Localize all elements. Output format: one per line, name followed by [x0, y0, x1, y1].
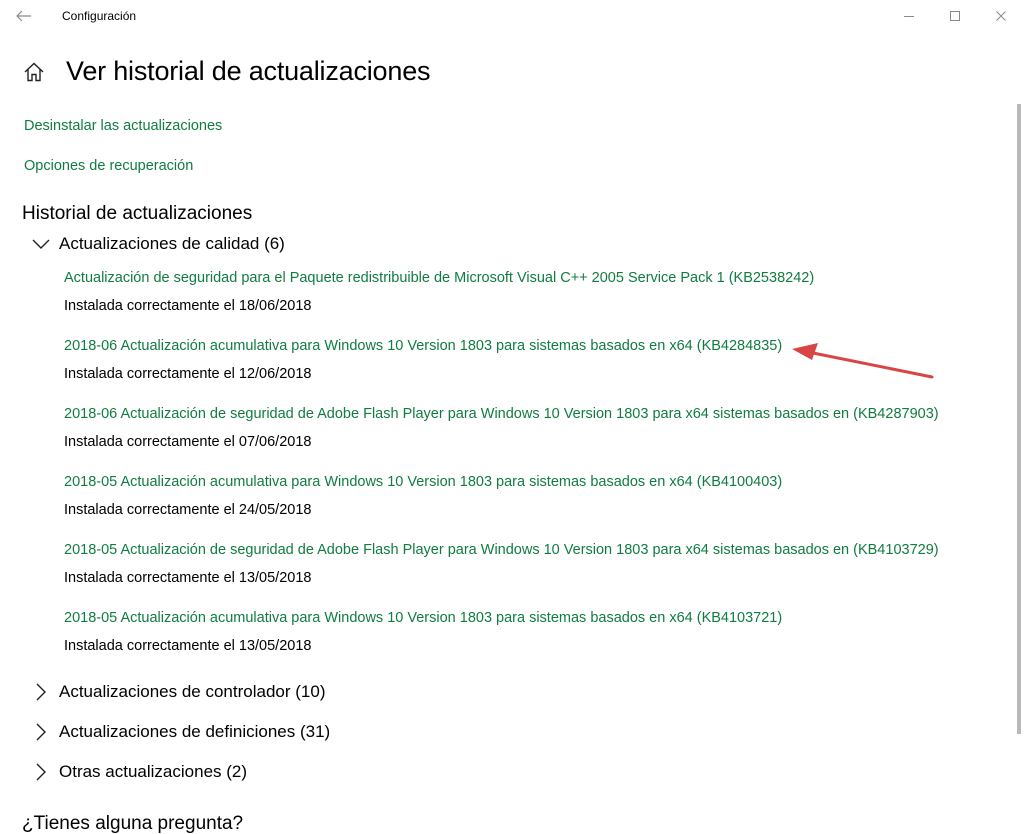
group-label: Actualizaciones de calidad (6)	[59, 234, 285, 253]
update-status: Instalada correctamente el 24/05/2018	[64, 502, 312, 518]
list-item: 2018-05 Actualización acumulativa para W…	[64, 472, 939, 540]
settings-window: Configuración Ver historial de actualiza…	[0, 0, 1024, 834]
update-status: Instalada correctamente el 18/06/2018	[64, 298, 312, 314]
group-quality-updates[interactable]: Actualizaciones de calidad (6)	[32, 234, 285, 254]
update-status: Instalada correctamente el 13/05/2018	[64, 638, 312, 654]
list-item: 2018-05 Actualización acumulativa para W…	[64, 608, 939, 676]
chevron-down-icon	[32, 235, 50, 253]
group-label: Actualizaciones de controlador (10)	[59, 682, 326, 701]
chevron-right-icon	[32, 763, 50, 781]
update-status: Instalada correctamente el 13/05/2018	[64, 570, 312, 586]
annotation-arrow-icon	[792, 343, 934, 379]
group-label: Actualizaciones de definiciones (31)	[59, 722, 331, 741]
chevron-right-icon	[32, 723, 50, 741]
home-button[interactable]	[22, 60, 46, 84]
update-title-link[interactable]: 2018-05 Actualización de seguridad de Ad…	[64, 540, 939, 560]
home-icon	[24, 62, 44, 81]
update-title-link[interactable]: Actualización de seguridad para el Paque…	[64, 268, 939, 288]
question-heading: ¿Tienes alguna pregunta?	[22, 813, 244, 834]
minimize-icon	[904, 16, 914, 17]
close-button[interactable]	[978, 2, 1024, 30]
page-header: Ver historial de actualizaciones	[22, 56, 431, 87]
list-item: 2018-06 Actualización de seguridad de Ad…	[64, 404, 939, 472]
page-title: Ver historial de actualizaciones	[66, 56, 431, 86]
list-item: Actualización de seguridad para el Paque…	[64, 268, 939, 336]
close-icon	[996, 11, 1006, 21]
group-other-updates[interactable]: Otras actualizaciones (2)	[32, 762, 247, 782]
group-label: Otras actualizaciones (2)	[59, 762, 248, 781]
update-title-link[interactable]: 2018-06 Actualización de seguridad de Ad…	[64, 404, 939, 424]
title-bar: Configuración	[0, 0, 1024, 32]
uninstall-updates-link[interactable]: Desinstalar las actualizaciones	[24, 118, 222, 134]
back-button[interactable]	[12, 5, 36, 27]
back-arrow-icon	[16, 10, 31, 22]
quality-updates-list: Actualización de seguridad para el Paque…	[64, 268, 939, 676]
scrollbar[interactable]	[1017, 104, 1021, 734]
update-title-link[interactable]: 2018-05 Actualización acumulativa para W…	[64, 608, 939, 628]
maximize-icon	[950, 11, 960, 21]
minimize-button[interactable]	[886, 2, 932, 30]
update-title-link[interactable]: 2018-05 Actualización acumulativa para W…	[64, 472, 939, 492]
chevron-right-icon	[32, 683, 50, 701]
app-title: Configuración	[62, 9, 137, 23]
group-definition-updates[interactable]: Actualizaciones de definiciones (31)	[32, 722, 330, 742]
history-heading: Historial de actualizaciones	[22, 203, 253, 224]
update-status: Instalada correctamente el 07/06/2018	[64, 434, 312, 450]
group-driver-updates[interactable]: Actualizaciones de controlador (10)	[32, 682, 325, 702]
maximize-button[interactable]	[932, 2, 978, 30]
recovery-options-link[interactable]: Opciones de recuperación	[24, 158, 193, 174]
list-item: 2018-05 Actualización de seguridad de Ad…	[64, 540, 939, 608]
